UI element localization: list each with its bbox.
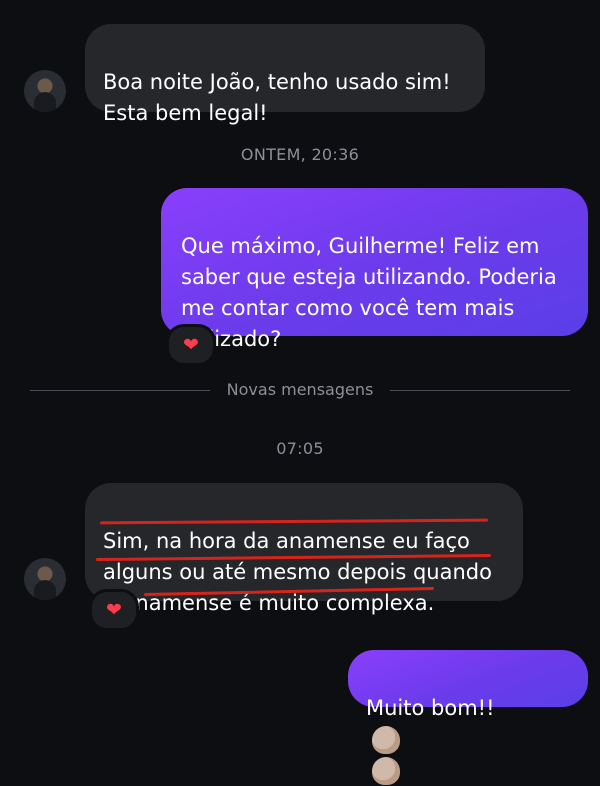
heart-icon: ❤ bbox=[183, 334, 199, 356]
message-text: Boa noite João, tenho usado sim! Esta be… bbox=[103, 70, 451, 125]
heart-reaction[interactable]: ❤ bbox=[89, 589, 139, 631]
heart-reaction[interactable]: ❤ bbox=[166, 324, 216, 366]
clapping-hands-icon bbox=[372, 726, 400, 754]
message-text: Que máximo, Guilherme! Feliz em saber qu… bbox=[181, 234, 557, 351]
heart-icon: ❤ bbox=[106, 599, 122, 621]
timestamp-label: ONTEM, 20:36 bbox=[240, 145, 360, 164]
new-messages-divider-right bbox=[390, 390, 570, 391]
incoming-message-bubble[interactable]: Sim, na hora da anamense eu faço alguns … bbox=[85, 483, 523, 615]
outgoing-message-bubble[interactable]: Muito bom!! bbox=[348, 650, 588, 785]
clapping-hands-icon bbox=[372, 757, 400, 785]
incoming-message-bubble[interactable]: Boa noite João, tenho usado sim! Esta be… bbox=[85, 24, 485, 125]
outgoing-message-bubble[interactable]: Que máximo, Guilherme! Feliz em saber qu… bbox=[161, 188, 588, 351]
message-text: Sim, na hora da anamense eu faço alguns … bbox=[103, 529, 492, 615]
message-text: Muito bom!! bbox=[366, 696, 495, 720]
contact-avatar[interactable] bbox=[24, 558, 66, 600]
timestamp-label: 07:05 bbox=[276, 439, 324, 458]
contact-avatar[interactable] bbox=[24, 70, 66, 112]
